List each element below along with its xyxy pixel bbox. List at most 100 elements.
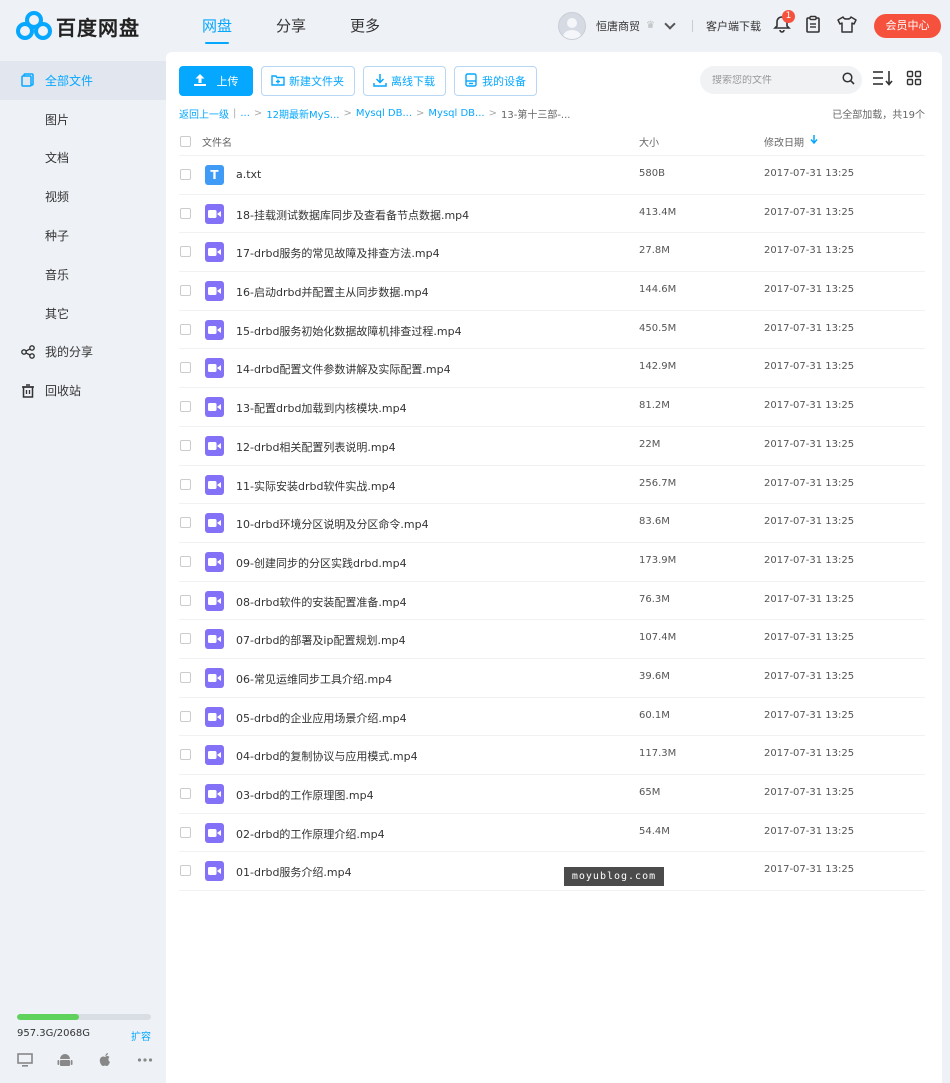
file-name[interactable]: 08-drbd软件的安装配置准备.mp4 [236,594,407,610]
table-row[interactable]: 15-drbd服务初始化数据故障机排查过程.mp4 450.5M 2017-07-3… [179,311,925,350]
clipboard-icon[interactable] [804,15,824,35]
sidebar-item-torrents[interactable]: 种子 [0,216,166,255]
sidebar-item-music[interactable]: 音乐 [0,255,166,294]
nav-netdisk[interactable]: 网盘 [180,0,254,52]
file-name[interactable]: 17-drbd服务的常见故障及排查方法.mp4 [236,245,440,261]
row-checkbox[interactable] [180,439,191,451]
file-name[interactable]: 06-常见运维同步工具介绍.mp4 [236,671,392,687]
table-row[interactable]: 02-drbd的工作原理介绍.mp4 54.4M 2017-07-31 13:25 [179,814,925,853]
table-row[interactable]: 05-drbd的企业应用场景介绍.mp4 60.1M 2017-07-31 13:2… [179,698,925,737]
row-checkbox[interactable] [180,207,191,219]
android-icon[interactable] [57,1052,73,1068]
row-checkbox[interactable] [180,362,191,374]
row-checkbox[interactable] [180,788,191,799]
select-all-checkbox[interactable] [180,136,191,147]
desktop-icon[interactable] [17,1052,33,1068]
sort-down-icon[interactable] [810,134,818,147]
table-row[interactable]: 08-drbd软件的安装配置准备.mp4 76.3M 2017-07-31 13:2… [179,582,925,621]
file-name[interactable]: 07-drbd的部署及ip配置规划.mp4 [236,632,406,648]
row-checkbox[interactable] [180,323,191,335]
table-row[interactable]: 17-drbd服务的常见故障及排查方法.mp4 27.8M 2017-07-31 1… [179,233,925,273]
breadcrumb-item[interactable]: ... [240,108,250,119]
sort-icon[interactable] [872,70,894,89]
row-checkbox[interactable] [180,749,191,761]
table-row[interactable]: 06-常见运维同步工具介绍.mp4 39.6M 2017-07-31 13:25 [179,659,925,698]
row-checkbox[interactable] [180,555,191,567]
breadcrumb-back[interactable]: 返回上一级 [179,106,229,121]
row-checkbox[interactable] [180,517,191,529]
client-download-link[interactable]: 客户端下载 [706,18,761,34]
file-name[interactable]: 04-drbd的复制协议与应用模式.mp4 [236,748,418,764]
row-checkbox[interactable] [180,865,191,877]
more-icon[interactable] [137,1052,153,1068]
row-checkbox[interactable] [180,710,191,722]
breadcrumb-item[interactable]: Mysql DB... [356,108,412,119]
sidebar-item-documents[interactable]: 文档 [0,139,166,178]
table-row[interactable]: 10-drbd环境分区说明及分区命令.mp4 83.6M 2017-07-31 13… [179,504,925,543]
table-row[interactable]: 11-实际安装drbd软件实战.mp4 256.7M 2017-07-31 13:2… [179,466,925,505]
header-size[interactable]: 大小 [639,134,659,149]
my-devices-button[interactable]: 我的设备 [454,66,537,96]
row-checkbox[interactable] [180,826,191,838]
offline-download-button[interactable]: 离线下载 [363,66,446,96]
nav-more[interactable]: 更多 [328,0,402,52]
avatar[interactable] [558,12,586,40]
file-name[interactable]: 13-配置drbd加载到内核模块.mp4 [236,400,407,416]
logo[interactable]: 百度网盘 [16,10,140,42]
row-checkbox[interactable] [180,594,191,606]
sidebar-item-videos[interactable]: 视频 [0,177,166,216]
file-name[interactable]: 05-drbd的企业应用场景介绍.mp4 [236,710,407,726]
file-name[interactable]: 02-drbd的工作原理介绍.mp4 [236,826,385,842]
sidebar-item-other[interactable]: 其它 [0,294,166,333]
tshirt-icon[interactable] [837,15,857,35]
search-icon[interactable] [842,72,855,88]
nav-share[interactable]: 分享 [254,0,328,52]
upload-button[interactable]: 上传 [179,66,253,96]
header-name[interactable]: 文件名 [202,134,232,149]
file-name[interactable]: 15-drbd服务初始化数据故障机排查过程.mp4 [236,323,462,339]
sidebar-item-my-shares[interactable]: 我的分享 [0,333,166,372]
table-row[interactable]: 18-挂载测试数据库同步及查看备节点数据.mp4 413.4M 2017-07-31… [179,195,925,234]
file-name[interactable]: 11-实际安装drbd软件实战.mp4 [236,478,396,494]
file-name[interactable]: 03-drbd的工作原理图.mp4 [236,787,374,803]
table-row[interactable]: 09-创建同步的分区实践drbd.mp4 173.9M 2017-07-31 13:… [179,543,925,582]
table-row[interactable]: Ta.txt 580B 2017-07-31 13:25 [179,156,925,195]
file-name[interactable]: 12-drbd相关配置列表说明.mp4 [236,439,396,455]
header-date[interactable]: 修改日期 [764,134,804,149]
file-name[interactable]: 10-drbd环境分区说明及分区命令.mp4 [236,516,429,532]
table-row[interactable]: 14-drbd配置文件参数讲解及实际配置.mp4 142.9M 2017-07-31… [179,349,925,389]
search-input[interactable] [712,74,842,86]
expand-storage-link[interactable]: 扩容 [131,1028,151,1043]
sidebar-item-all-files[interactable]: 全部文件 [0,61,166,100]
grid-view-icon[interactable] [906,70,922,89]
row-checkbox[interactable] [180,285,191,297]
table-row[interactable]: 07-drbd的部署及ip配置规划.mp4 107.4M 2017-07-31 13… [179,620,925,659]
breadcrumb-item[interactable]: 12期最新MyS... [266,106,339,121]
table-row[interactable]: 12-drbd相关配置列表说明.mp4 22M 2017-07-31 13:25 [179,427,925,466]
user-menu[interactable]: 恒唐商贸 ♛ [558,12,676,40]
file-name[interactable]: 14-drbd配置文件参数讲解及实际配置.mp4 [236,361,451,377]
file-name[interactable]: 09-创建同步的分区实践drbd.mp4 [236,555,407,571]
file-name[interactable]: 01-drbd服务介绍.mp4 [236,864,352,880]
apple-icon[interactable] [97,1052,113,1068]
table-row[interactable]: 01-drbd服务介绍.mp4 2017-07-31 13:25 [179,852,925,892]
table-row[interactable]: 16-启动drbd并配置主从同步数据.mp4 144.6M 2017-07-31 1… [179,272,925,311]
table-row[interactable]: 13-配置drbd加载到内核模块.mp4 81.2M 2017-07-31 13:2… [179,388,925,427]
table-row[interactable]: 03-drbd的工作原理图.mp4 65M 2017-07-31 13:25 [179,775,925,814]
row-checkbox[interactable] [180,478,191,490]
file-name[interactable]: a.txt [236,168,261,181]
new-folder-button[interactable]: 新建文件夹 [261,66,355,96]
sidebar-item-recycle-bin[interactable]: 回收站 [0,371,166,410]
row-checkbox[interactable] [180,169,191,180]
row-checkbox[interactable] [180,671,191,683]
vip-center-button[interactable]: 会员中心 [874,14,941,38]
chevron-down-icon[interactable] [664,18,676,30]
breadcrumb-item[interactable]: Mysql DB... [428,108,484,119]
file-name[interactable]: 16-启动drbd并配置主从同步数据.mp4 [236,284,429,300]
row-checkbox[interactable] [180,401,191,413]
file-name[interactable]: 18-挂载测试数据库同步及查看备节点数据.mp4 [236,207,469,223]
table-row[interactable]: 04-drbd的复制协议与应用模式.mp4 117.3M 2017-07-31 13… [179,736,925,775]
sidebar-item-images[interactable]: 图片 [0,100,166,139]
row-checkbox[interactable] [180,246,191,258]
row-checkbox[interactable] [180,633,191,645]
